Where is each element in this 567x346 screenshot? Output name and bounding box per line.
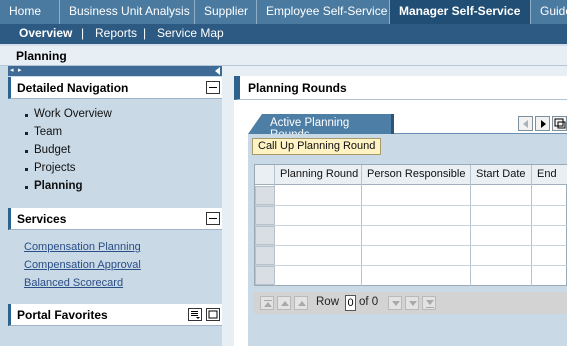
subnav-separator: | bbox=[81, 26, 85, 40]
content-body: Active Planning Rounds Call Up Planning … bbox=[234, 100, 567, 346]
main-content: Planning Rounds Active Planning Rounds C… bbox=[234, 66, 567, 346]
next-page-icon[interactable] bbox=[405, 296, 419, 310]
subnav-reports[interactable]: Reports bbox=[95, 26, 137, 40]
row-selector[interactable] bbox=[255, 186, 275, 205]
next-row-icon[interactable] bbox=[388, 296, 402, 310]
collapse-left-icon[interactable] bbox=[215, 67, 220, 75]
nav-item-planning[interactable]: Planning bbox=[25, 180, 83, 192]
favorites-menu-icon[interactable] bbox=[188, 308, 202, 321]
row-selector[interactable] bbox=[255, 206, 275, 225]
tab-strip: Active Planning Rounds bbox=[248, 114, 567, 141]
navigation-collapse-bar[interactable]: ◂ ▸ bbox=[8, 66, 222, 76]
tab-label: Business Unit Analysis bbox=[69, 4, 190, 18]
detailed-navigation-header: Detailed Navigation bbox=[8, 77, 222, 99]
table-row-divider bbox=[255, 205, 567, 206]
minimize-icon[interactable] bbox=[206, 212, 220, 225]
left-navigation-panel: ◂ ▸ Detailed Navigation Work Overview Te… bbox=[0, 66, 222, 346]
subnav-overview[interactable]: Overview bbox=[19, 26, 72, 40]
table-pager: Row 0 of 0 bbox=[254, 292, 567, 314]
detailed-navigation-title: Detailed Navigation bbox=[17, 81, 129, 95]
tab-supplier[interactable]: Supplier bbox=[195, 0, 257, 24]
tab-label: Supplier bbox=[204, 4, 249, 18]
link-balanced-scorecard[interactable]: Balanced Scorecard bbox=[24, 277, 123, 289]
row-count-label: of 0 bbox=[359, 296, 379, 308]
panel-divider bbox=[222, 66, 234, 346]
tab-label: Manager Self-Service bbox=[399, 4, 521, 18]
nav-item-work-overview[interactable]: Work Overview bbox=[25, 108, 112, 120]
table-row-divider bbox=[255, 225, 567, 226]
tab-scroll-left-icon[interactable] bbox=[518, 116, 533, 131]
planning-rounds-table: Planning Round Person Responsible Start … bbox=[254, 164, 567, 286]
previous-page-icon[interactable] bbox=[277, 296, 291, 310]
row-selector[interactable] bbox=[255, 226, 275, 245]
pin-left-icon[interactable]: ◂ bbox=[10, 66, 17, 76]
pin-right-icon[interactable]: ▸ bbox=[18, 66, 25, 76]
content-title: Planning Rounds bbox=[248, 81, 347, 95]
tab-scroll-right-icon[interactable] bbox=[535, 116, 550, 131]
tab-label: Employee Self-Service bbox=[266, 4, 388, 18]
call-up-planning-round-button[interactable]: Call Up Planning Round bbox=[252, 138, 382, 155]
row-selector[interactable] bbox=[255, 246, 275, 265]
services-title: Services bbox=[17, 212, 67, 226]
last-page-icon[interactable] bbox=[422, 296, 436, 310]
previous-row-icon[interactable] bbox=[294, 296, 308, 310]
tab-guide[interactable]: Guide bbox=[531, 0, 567, 24]
row-selector[interactable] bbox=[255, 266, 275, 285]
top-level-navigation: Home Business Unit Analysis Supplier Emp… bbox=[0, 0, 567, 24]
minimize-icon[interactable] bbox=[206, 81, 220, 94]
tab-business-unit-analysis[interactable]: Business Unit Analysis bbox=[60, 0, 195, 24]
nav-item-projects[interactable]: Projects bbox=[25, 162, 76, 174]
subnav-service-map[interactable]: Service Map bbox=[157, 26, 224, 40]
link-compensation-approval[interactable]: Compensation Approval bbox=[24, 259, 141, 271]
row-label: Row bbox=[316, 296, 340, 308]
secondary-navigation: Overview | Reports | Service Map bbox=[0, 24, 567, 44]
first-page-icon[interactable] bbox=[260, 296, 274, 310]
tab-home[interactable]: Home bbox=[0, 0, 60, 24]
content-header: Planning Rounds bbox=[234, 76, 567, 100]
tab-manager-self-service[interactable]: Manager Self-Service bbox=[390, 0, 531, 24]
link-compensation-planning[interactable]: Compensation Planning bbox=[24, 241, 141, 253]
tab-employee-self-service[interactable]: Employee Self-Service bbox=[257, 0, 390, 24]
table-row-divider bbox=[255, 245, 567, 246]
page-title-text: Planning bbox=[16, 49, 67, 63]
table-row-divider bbox=[255, 265, 567, 266]
row-number-input[interactable]: 0 bbox=[345, 295, 356, 311]
subnav-separator: | bbox=[143, 26, 147, 40]
column-header-end[interactable]: End bbox=[532, 165, 567, 185]
tab-list-icon[interactable] bbox=[552, 116, 567, 131]
tab-content: Call Up Planning Round Planning Round Pe… bbox=[248, 134, 567, 346]
maximize-icon[interactable] bbox=[206, 308, 220, 321]
tab-label: Home bbox=[9, 4, 42, 18]
tab-active-planning-rounds[interactable]: Active Planning Rounds bbox=[248, 114, 394, 141]
services-header: Services bbox=[8, 208, 222, 230]
portal-favorites-header: Portal Favorites bbox=[8, 304, 222, 326]
tab-label: Guide bbox=[540, 4, 567, 18]
page-title: Planning bbox=[0, 44, 567, 66]
nav-item-budget[interactable]: Budget bbox=[24, 144, 70, 156]
nav-item-team[interactable]: Team bbox=[24, 126, 62, 138]
portal-favorites-title: Portal Favorites bbox=[17, 308, 108, 322]
